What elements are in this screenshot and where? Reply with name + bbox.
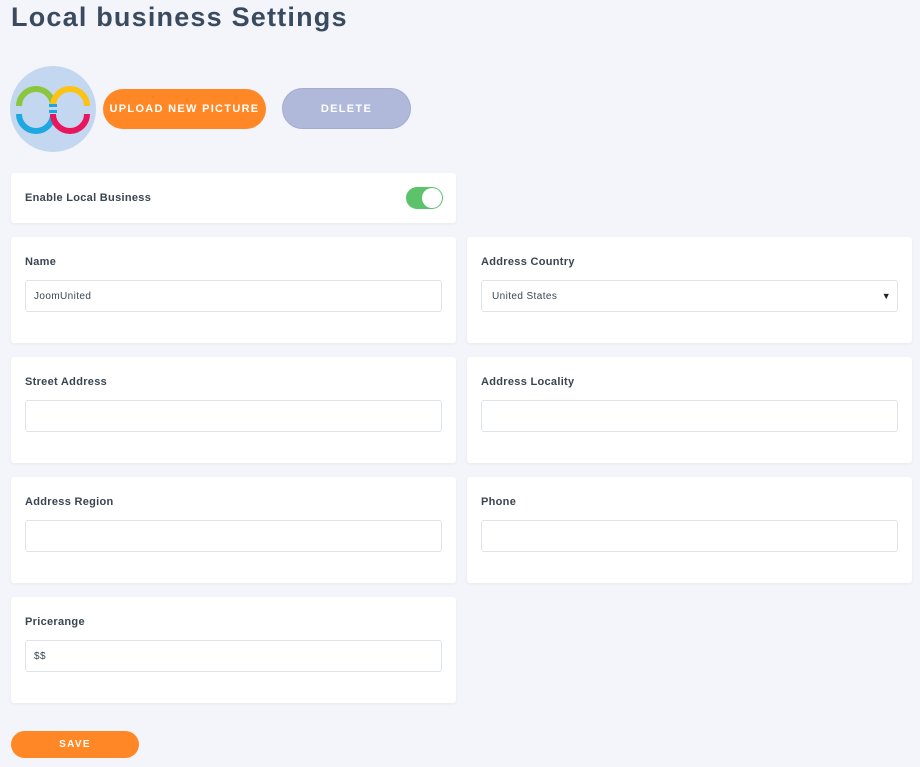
street-address-label: Street Address (25, 376, 108, 388)
address-locality-input[interactable] (481, 400, 898, 432)
name-label: Name (25, 256, 57, 268)
address-country-label: Address Country (481, 256, 575, 268)
address-country-card: Address Country United States ▼ (467, 237, 912, 343)
street-address-card: Street Address (11, 357, 456, 463)
phone-card: Phone (467, 477, 912, 583)
business-logo (10, 66, 96, 152)
joomunited-logo-icon (16, 86, 90, 134)
upload-picture-button[interactable]: UPLOAD NEW PICTURE (103, 89, 266, 129)
pricerange-label: Pricerange (25, 616, 85, 628)
pricerange-card: Pricerange (11, 597, 456, 703)
street-address-input[interactable] (25, 400, 442, 432)
name-input[interactable] (25, 280, 442, 312)
address-locality-card: Address Locality (467, 357, 912, 463)
address-region-input[interactable] (25, 520, 442, 552)
address-region-card: Address Region (11, 477, 456, 583)
chevron-down-icon: ▼ (881, 291, 891, 301)
enable-local-business-toggle[interactable] (406, 187, 443, 209)
enable-local-business-label: Enable Local Business (25, 192, 152, 204)
address-country-select[interactable]: United States ▼ (481, 280, 898, 312)
address-region-label: Address Region (25, 496, 114, 508)
phone-input[interactable] (481, 520, 898, 552)
save-button[interactable]: SAVE (11, 731, 139, 758)
page-title: Local business Settings (11, 2, 348, 32)
address-locality-label: Address Locality (481, 376, 575, 388)
enable-local-business-card: Enable Local Business (11, 173, 456, 223)
delete-picture-button[interactable]: DELETE (282, 88, 411, 129)
name-card: Name (11, 237, 456, 343)
address-country-value: United States (492, 290, 558, 302)
phone-label: Phone (481, 496, 517, 508)
toggle-knob (422, 188, 442, 208)
pricerange-input[interactable] (25, 640, 442, 672)
